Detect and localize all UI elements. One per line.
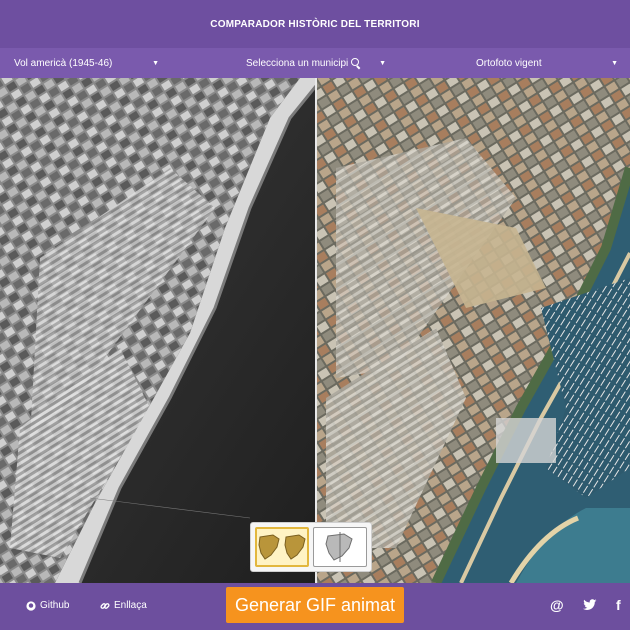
- historic-layer-label: Vol americà (1945-46): [14, 57, 113, 69]
- link-icon: [100, 602, 110, 609]
- overlay-view-button[interactable]: [313, 527, 367, 567]
- github-icon: [26, 600, 36, 611]
- catalonia-map-icon: [284, 534, 306, 560]
- current-layer-select[interactable]: Ortofoto vigent ▼: [476, 48, 618, 78]
- permalink-label: Enllaça: [114, 600, 147, 611]
- municipality-select[interactable]: Selecciona un municipi ▼: [246, 48, 386, 78]
- page-title: COMPARADOR HISTÒRIC DEL TERRITORI: [210, 18, 420, 30]
- selector-bar: Vol americà (1945-46) ▼ Selecciona un mu…: [0, 48, 630, 78]
- municipality-label: Selecciona un municipi: [246, 57, 349, 69]
- generate-gif-button[interactable]: Generar GIF animat: [226, 587, 404, 623]
- catalonia-map-icon: [258, 534, 280, 560]
- github-label: Github: [40, 600, 70, 611]
- caret-down-icon: ▼: [379, 59, 386, 67]
- current-layer-label: Ortofoto vigent: [476, 57, 542, 69]
- catalonia-overlay-icon: [325, 532, 353, 562]
- caret-down-icon: ▼: [152, 59, 159, 67]
- twitter-icon[interactable]: [583, 598, 597, 614]
- current-map-panel[interactable]: [316, 78, 630, 583]
- split-view-button[interactable]: [255, 527, 310, 567]
- email-share-icon[interactable]: @: [550, 597, 564, 613]
- historic-aerial-image: [0, 78, 316, 583]
- app-header: COMPARADOR HISTÒRIC DEL TERRITORI: [0, 0, 630, 48]
- historic-layer-select[interactable]: Vol americà (1945-46) ▼: [14, 48, 159, 78]
- github-link[interactable]: Github: [26, 600, 69, 611]
- facebook-icon[interactable]: f: [616, 597, 621, 613]
- current-aerial-image: [316, 78, 630, 583]
- permalink-link[interactable]: Enllaça: [100, 600, 147, 611]
- search-icon: [351, 58, 361, 68]
- caret-down-icon: ▼: [611, 59, 618, 67]
- view-mode-switch: [250, 522, 372, 572]
- map-divider-handle[interactable]: [315, 78, 317, 583]
- historic-map-panel[interactable]: [0, 78, 316, 583]
